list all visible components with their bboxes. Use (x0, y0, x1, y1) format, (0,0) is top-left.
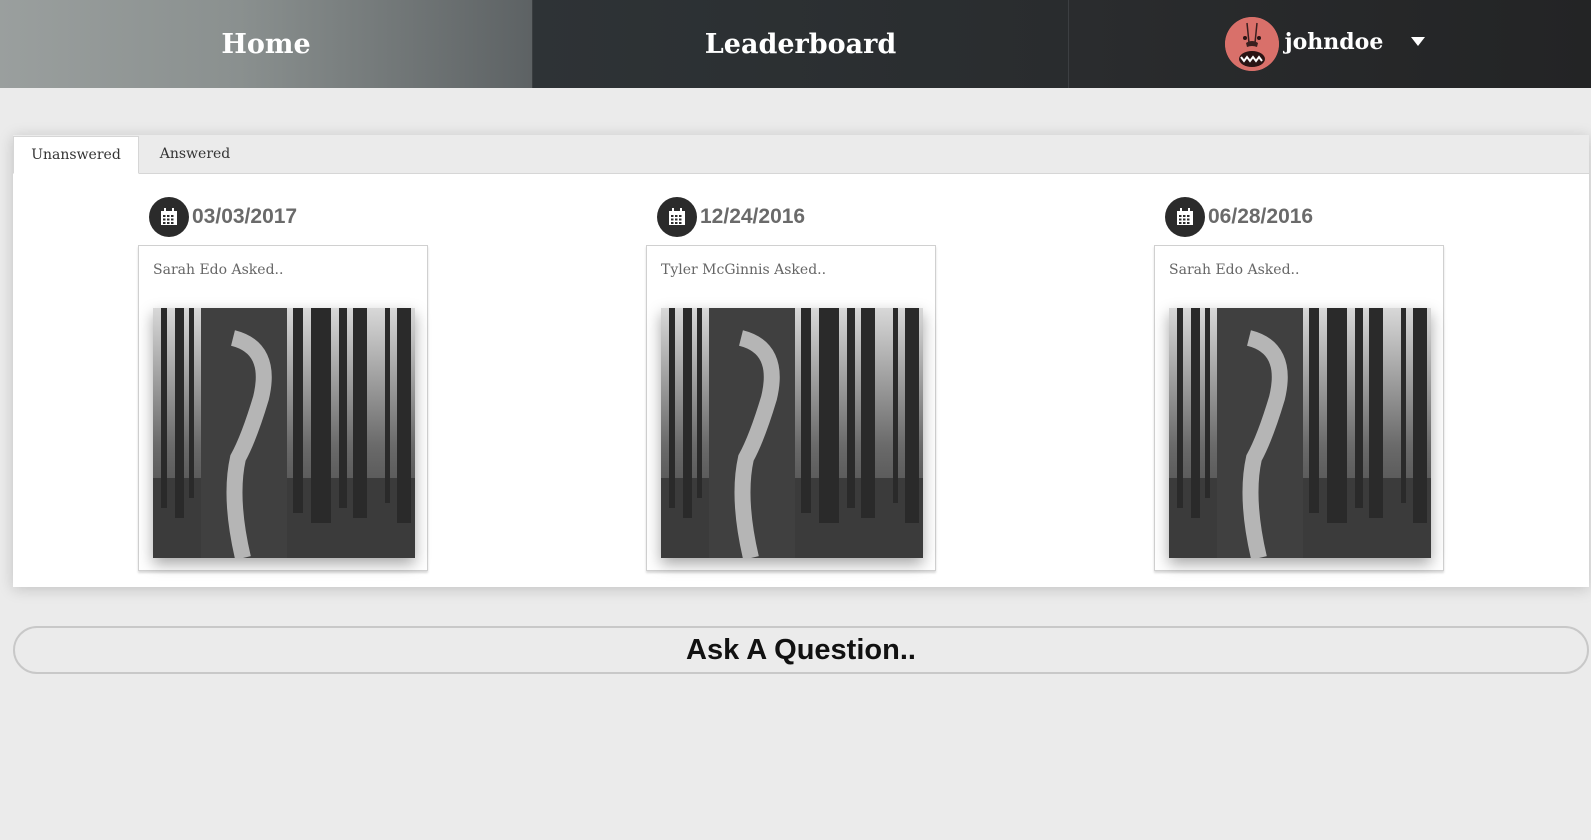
question-item: 12/24/2016 Tyler McGinnis Asked.. (646, 197, 938, 571)
question-image (661, 308, 923, 558)
question-date-text: 12/24/2016 (700, 205, 806, 228)
question-date: 12/24/2016 (657, 197, 938, 237)
avatar (1224, 17, 1279, 71)
nav-leaderboard[interactable]: Leaderboard (533, 0, 1069, 88)
top-nav: Home Leaderboard johndoe (0, 0, 1591, 88)
question-date-text: 06/28/2016 (1208, 205, 1314, 228)
user-menu[interactable]: johndoe (1069, 0, 1591, 88)
nav-home[interactable]: Home (0, 0, 533, 88)
avatar-face-icon (1224, 17, 1279, 71)
question-asker: Tyler McGinnis Asked.. (661, 262, 827, 278)
question-card[interactable]: Tyler McGinnis Asked.. (646, 245, 936, 571)
tab-answered[interactable]: Answered (139, 135, 251, 173)
question-date: 03/03/2017 (149, 197, 430, 237)
question-asker: Sarah Edo Asked.. (153, 262, 284, 278)
username: johndoe (1284, 29, 1384, 55)
question-item: 03/03/2017 Sarah Edo Asked.. (138, 197, 430, 571)
caret-down-icon[interactable] (1411, 36, 1426, 46)
nav-leaderboard-label: Leaderboard (704, 28, 897, 60)
ask-question-button[interactable]: Ask A Question.. (13, 626, 1589, 674)
question-image (1169, 308, 1431, 558)
tab-unanswered[interactable]: Unanswered (13, 136, 139, 174)
tab-unanswered-label: Unanswered (31, 147, 121, 163)
calendar-icon (1165, 197, 1205, 237)
tab-answered-label: Answered (159, 146, 231, 162)
questions-panel: Unanswered Answered 03/03/2017 Sarah Edo… (13, 135, 1589, 587)
question-asker: Sarah Edo Asked.. (1169, 262, 1300, 278)
calendar-icon (149, 197, 189, 237)
ask-question-label: Ask A Question.. (686, 633, 916, 666)
nav-home-label: Home (221, 28, 311, 60)
tab-bar: Unanswered Answered (13, 135, 1589, 174)
question-item: 06/28/2016 Sarah Edo Asked.. (1154, 197, 1446, 571)
question-card[interactable]: Sarah Edo Asked.. (1154, 245, 1444, 571)
question-date: 06/28/2016 (1165, 197, 1446, 237)
question-image (153, 308, 415, 558)
question-card[interactable]: Sarah Edo Asked.. (138, 245, 428, 571)
question-date-text: 03/03/2017 (192, 205, 298, 228)
calendar-icon (657, 197, 697, 237)
